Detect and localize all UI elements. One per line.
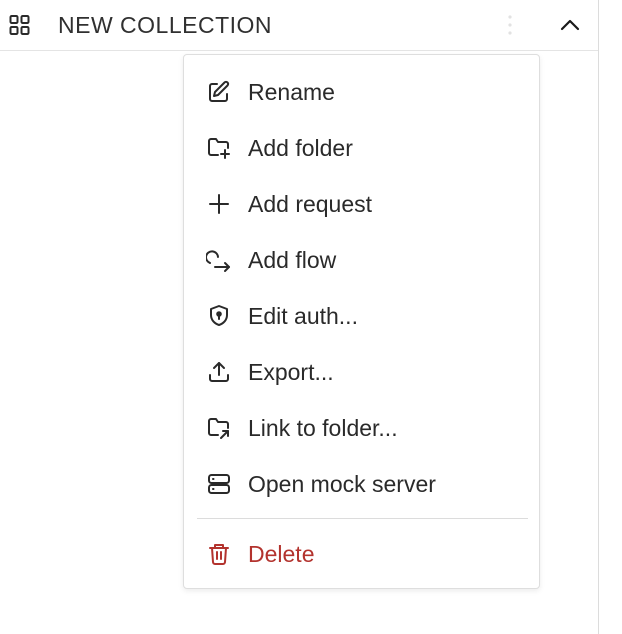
menu-item-label: Link to folder... bbox=[248, 415, 398, 441]
kebab-icon[interactable] bbox=[505, 14, 515, 36]
menu-item-open-mock-server[interactable]: Open mock server bbox=[184, 458, 539, 510]
menu-item-label: Edit auth... bbox=[248, 303, 358, 329]
server-icon bbox=[206, 471, 232, 497]
flow-arrow-icon bbox=[206, 247, 232, 273]
collection-context-menu: Rename Add folder Add request Add flow E… bbox=[183, 54, 540, 589]
menu-item-rename[interactable]: Rename bbox=[184, 66, 539, 118]
collection-header[interactable]: NEW COLLECTION bbox=[0, 0, 598, 51]
menu-item-label: Add flow bbox=[248, 247, 337, 273]
plus-icon bbox=[206, 191, 232, 217]
menu-item-label: Rename bbox=[248, 79, 335, 105]
menu-item-label: Delete bbox=[248, 541, 315, 567]
menu-item-link-to-folder[interactable]: Link to folder... bbox=[184, 402, 539, 454]
pencil-square-icon bbox=[206, 79, 232, 105]
upload-icon bbox=[206, 359, 232, 385]
folder-plus-icon bbox=[206, 135, 232, 161]
folder-link-icon bbox=[206, 415, 232, 441]
menu-item-label: Add request bbox=[248, 191, 373, 217]
shield-icon bbox=[206, 303, 232, 329]
menu-item-label: Add folder bbox=[248, 135, 353, 161]
menu-item-edit-auth[interactable]: Edit auth... bbox=[184, 290, 539, 342]
menu-item-label: Open mock server bbox=[248, 471, 436, 497]
menu-item-label: Export... bbox=[248, 359, 334, 385]
menu-item-add-flow[interactable]: Add flow bbox=[184, 234, 539, 286]
menu-item-add-folder[interactable]: Add folder bbox=[184, 122, 539, 174]
collection-title: NEW COLLECTION bbox=[58, 12, 273, 38]
grid-icon bbox=[8, 13, 32, 37]
menu-item-add-request[interactable]: Add request bbox=[184, 178, 539, 230]
menu-item-delete[interactable]: Delete bbox=[184, 528, 539, 580]
menu-divider bbox=[197, 518, 528, 519]
chevron-up-icon[interactable] bbox=[558, 13, 582, 37]
menu-item-export[interactable]: Export... bbox=[184, 346, 539, 398]
trash-icon bbox=[206, 541, 232, 567]
